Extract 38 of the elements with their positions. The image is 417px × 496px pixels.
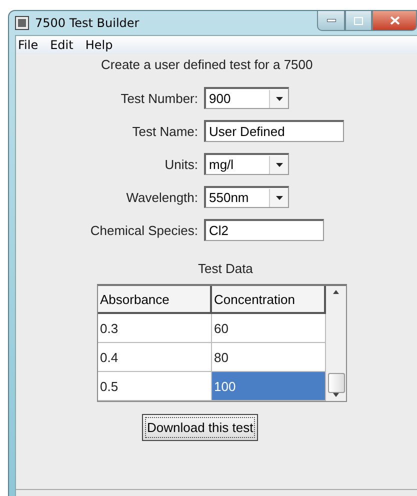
field-label: Units: [164,156,199,172]
scroll-up-icon[interactable] [333,290,339,294]
caret-icon [276,162,282,166]
dropdown-field[interactable]: 900 [204,87,289,109]
caret-icon [276,96,282,100]
table-cell[interactable]: 100 [212,372,326,401]
maximize-icon [354,16,363,24]
dropdown-field[interactable]: 550nm [204,186,289,208]
field-label: Chemical Species: [89,222,199,238]
menu-item[interactable]: Edit [50,38,74,52]
menu-item[interactable]: File [18,38,38,52]
column-header[interactable]: Absorbance [98,286,212,314]
window-title: 7500 Test Builder [35,16,140,30]
app-icon [15,16,29,30]
field-label: Wavelength: [125,190,199,204]
table-cell[interactable]: 60 [212,314,326,343]
maximize-button[interactable] [345,11,372,31]
table-cell[interactable]: 0.4 [98,343,212,372]
input-field[interactable]: User Defined [204,120,344,142]
minimize-button[interactable] [317,11,345,31]
input-field[interactable]: Cl2 [204,219,324,241]
close-button[interactable] [372,11,417,31]
field-label: Test Number: [120,90,199,106]
minimize-icon [326,19,336,22]
column-header[interactable]: Concentration [212,286,326,314]
table-cell[interactable]: 80 [212,343,326,372]
download-button[interactable]: Download this test [142,414,258,441]
table-cell[interactable]: 0.5 [98,372,212,401]
table-cell[interactable]: 0.3 [98,314,212,343]
scrollbar[interactable] [326,286,346,401]
caret-icon [276,196,282,200]
heading: Create a user defined test for a 7500 [101,57,313,72]
dropdown-field[interactable]: mg/l [204,153,289,175]
close-icon [390,16,400,25]
scroll-thumb[interactable] [328,373,344,393]
menu-item[interactable]: Help [85,38,113,52]
section-title: Test Data [198,261,253,276]
field-label: Test Name: [131,124,199,138]
